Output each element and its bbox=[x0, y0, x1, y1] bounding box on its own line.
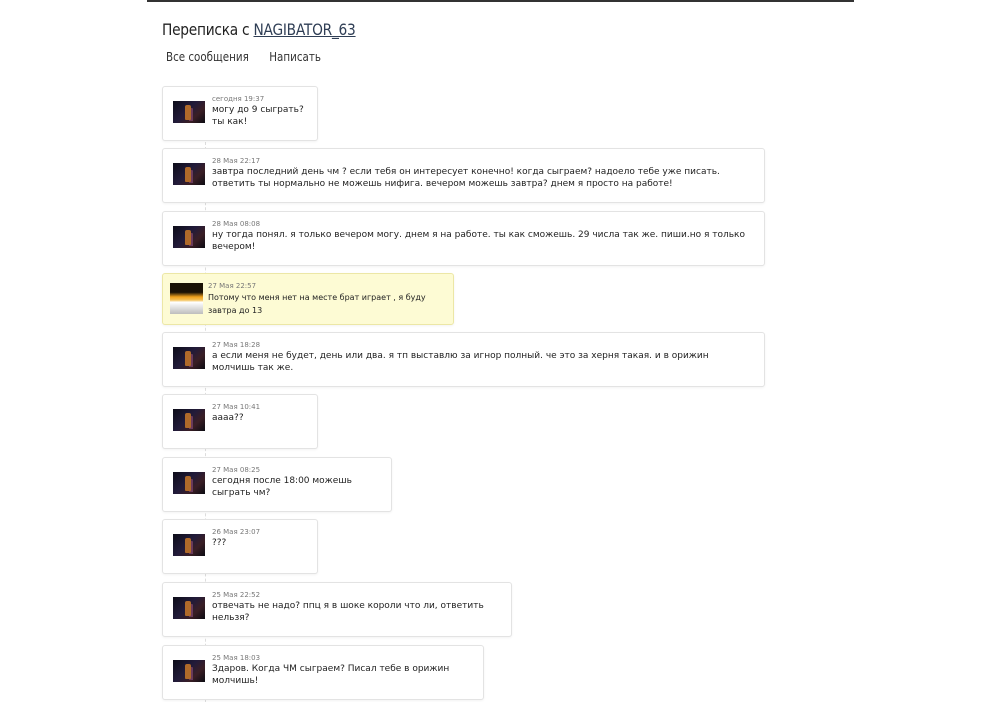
message-timestamp: 25 Мая 22:52 bbox=[212, 591, 261, 599]
page-title: Переписка с NAGIBATOR_63 bbox=[162, 20, 356, 39]
conversation-tabs: Все сообщения Написать bbox=[166, 50, 338, 64]
message-timestamp: 28 Мая 22:17 bbox=[212, 157, 261, 165]
conversation-user-link[interactable]: NAGIBATOR_63 bbox=[253, 20, 355, 39]
tab-write[interactable]: Написать bbox=[269, 50, 321, 64]
message-item: 26 Мая 23:07 ??? bbox=[162, 519, 318, 574]
user-avatar[interactable] bbox=[173, 101, 205, 123]
message-text: Здаров. Когда ЧМ сыграем? Писал тебе в о… bbox=[212, 664, 450, 686]
message-timestamp: 28 Мая 08:08 bbox=[212, 220, 261, 228]
message-item-highlighted: 27 Мая 22:57 Потому что меня нет на мест… bbox=[162, 273, 454, 325]
message-timestamp: 27 Мая 22:57 bbox=[208, 282, 257, 290]
conversation-page: Переписка с NAGIBATOR_63 Все сообщения Н… bbox=[147, 0, 854, 702]
message-item: 27 Мая 08:25 сегодня после 18:00 можешь … bbox=[162, 457, 392, 512]
message-timestamp: 27 Мая 08:25 bbox=[212, 466, 261, 474]
tab-all-messages[interactable]: Все сообщения bbox=[166, 50, 249, 64]
user-avatar[interactable] bbox=[173, 163, 205, 185]
message-text: Потому что меня нет на месте брат играет… bbox=[208, 293, 426, 315]
message-text: а если меня не будет, день или два. я тп… bbox=[212, 351, 709, 373]
title-prefix: Переписка с bbox=[162, 20, 250, 39]
message-text: могу до 9 сыграть? ты как! bbox=[212, 105, 304, 127]
message-item: 28 Мая 22:17 завтра последний день чм ? … bbox=[162, 148, 765, 203]
user-avatar[interactable] bbox=[173, 472, 205, 494]
user-avatar[interactable] bbox=[173, 534, 205, 556]
message-text: ну тогда понял. я только вечером могу. д… bbox=[212, 230, 745, 252]
user-avatar[interactable] bbox=[173, 597, 205, 619]
message-item: 25 Мая 18:03 Здаров. Когда ЧМ сыграем? П… bbox=[162, 645, 484, 700]
message-item: 27 Мая 10:41 аааа?? bbox=[162, 394, 318, 449]
partner-avatar[interactable] bbox=[170, 283, 203, 314]
user-avatar[interactable] bbox=[173, 409, 205, 431]
message-text: отвечать не надо? ппц я в шоке короли чт… bbox=[212, 601, 484, 623]
user-avatar[interactable] bbox=[173, 347, 205, 369]
message-timestamp: сегодня 19:37 bbox=[212, 95, 265, 103]
message-item: 28 Мая 08:08 ну тогда понял. я только ве… bbox=[162, 211, 765, 266]
user-avatar[interactable] bbox=[173, 660, 205, 682]
message-text: завтра последний день чм ? если тебя он … bbox=[212, 167, 720, 189]
message-timestamp: 27 Мая 18:28 bbox=[212, 341, 261, 349]
message-text: ??? bbox=[212, 538, 227, 548]
message-timestamp: 25 Мая 18:03 bbox=[212, 654, 261, 662]
message-item: 25 Мая 22:52 отвечать не надо? ппц я в ш… bbox=[162, 582, 512, 637]
message-item: 27 Мая 18:28 а если меня не будет, день … bbox=[162, 332, 765, 387]
message-text: сегодня после 18:00 можешь сыграть чм? bbox=[212, 476, 352, 498]
message-timestamp: 27 Мая 10:41 bbox=[212, 403, 261, 411]
message-item: сегодня 19:37 могу до 9 сыграть? ты как! bbox=[162, 86, 318, 141]
message-timestamp: 26 Мая 23:07 bbox=[212, 528, 261, 536]
message-text: аааа?? bbox=[212, 413, 244, 423]
user-avatar[interactable] bbox=[173, 226, 205, 248]
